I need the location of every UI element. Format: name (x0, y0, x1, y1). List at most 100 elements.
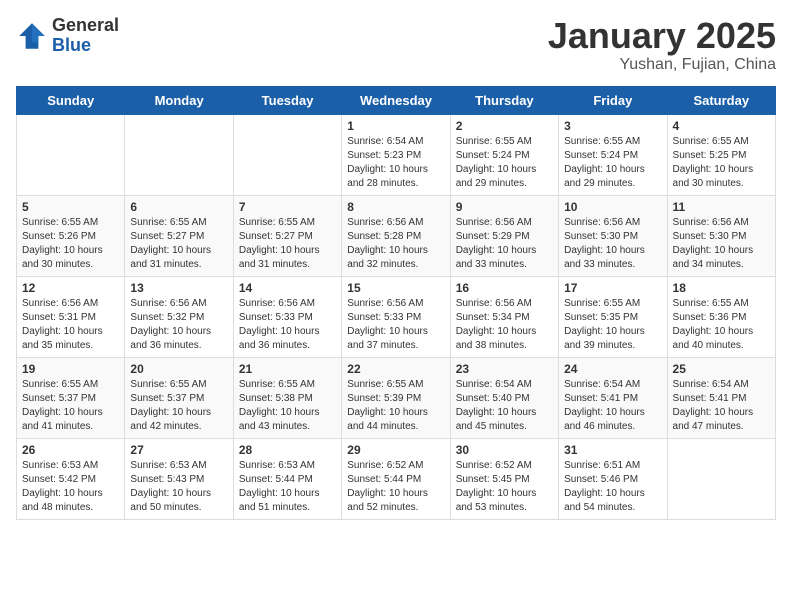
weekday-header: Friday (559, 86, 667, 114)
calendar-week-row: 19 Sunrise: 6:55 AM Sunset: 5:37 PM Dayli… (17, 357, 776, 438)
day-number: 17 (564, 281, 661, 295)
day-info: Sunrise: 6:55 AM Sunset: 5:25 PM Dayligh… (673, 135, 770, 191)
calendar-day-cell: 1Sunrise: 6:54 AM Sunset: 5:23 PM Daylig… (342, 114, 450, 195)
day-number: 24 (564, 362, 661, 376)
calendar-day-cell (667, 438, 775, 519)
calendar-day-cell (17, 114, 125, 195)
day-info: Sunrise: 6:56 AM Sunset: 5:33 PM Dayligh… (347, 297, 444, 353)
calendar-day-cell: 29 Sunrise: 6:52 AM Sunset: 5:44 PM Dayli… (342, 438, 450, 519)
day-number: 15 (347, 281, 444, 295)
location-label: Yushan, Fujian, China (548, 56, 776, 74)
day-number: 23 (456, 362, 553, 376)
calendar-day-cell: 8Sunrise: 6:56 AM Sunset: 5:28 PM Daylig… (342, 195, 450, 276)
calendar-table: SundayMondayTuesdayWednesdayThursdayFrid… (16, 86, 776, 520)
day-number: 5 (22, 200, 119, 214)
weekday-header: Wednesday (342, 86, 450, 114)
day-info: Sunrise: 6:55 AM Sunset: 5:36 PM Dayligh… (673, 297, 770, 353)
day-number: 28 (239, 443, 336, 457)
calendar-day-cell: 2 Sunrise: 6:55 AM Sunset: 5:24 PM Daylig… (450, 114, 558, 195)
calendar-day-cell: 21 Sunrise: 6:55 AM Sunset: 5:38 PM Dayli… (233, 357, 341, 438)
calendar-day-cell: 19 Sunrise: 6:55 AM Sunset: 5:37 PM Dayli… (17, 357, 125, 438)
day-number: 18 (673, 281, 770, 295)
day-info: Sunrise: 6:56 AM Sunset: 5:30 PM Dayligh… (673, 216, 770, 272)
calendar-day-cell: 6Sunrise: 6:55 AM Sunset: 5:27 PM Daylig… (125, 195, 233, 276)
weekday-header: Saturday (667, 86, 775, 114)
calendar-day-cell: 14 Sunrise: 6:56 AM Sunset: 5:33 PM Dayli… (233, 276, 341, 357)
calendar-day-cell: 28Sunrise: 6:53 AM Sunset: 5:44 PM Dayli… (233, 438, 341, 519)
day-info: Sunrise: 6:54 AM Sunset: 5:40 PM Dayligh… (456, 378, 553, 434)
day-info: Sunrise: 6:56 AM Sunset: 5:32 PM Dayligh… (130, 297, 227, 353)
calendar-day-cell: 24 Sunrise: 6:54 AM Sunset: 5:41 PM Dayli… (559, 357, 667, 438)
day-number: 19 (22, 362, 119, 376)
day-info: Sunrise: 6:56 AM Sunset: 5:29 PM Dayligh… (456, 216, 553, 272)
day-number: 26 (22, 443, 119, 457)
calendar-day-cell: 26 Sunrise: 6:53 AM Sunset: 5:42 PM Dayli… (17, 438, 125, 519)
day-number: 2 (456, 119, 553, 133)
day-number: 13 (130, 281, 227, 295)
calendar-day-cell: 7Sunrise: 6:55 AM Sunset: 5:27 PM Daylig… (233, 195, 341, 276)
day-number: 11 (673, 200, 770, 214)
day-info: Sunrise: 6:52 AM Sunset: 5:45 PM Dayligh… (456, 459, 553, 515)
calendar-week-row: 26 Sunrise: 6:53 AM Sunset: 5:42 PM Dayli… (17, 438, 776, 519)
calendar-day-cell: 25 Sunrise: 6:54 AM Sunset: 5:41 PM Dayli… (667, 357, 775, 438)
day-number: 22 (347, 362, 444, 376)
day-number: 8 (347, 200, 444, 214)
day-info: Sunrise: 6:56 AM Sunset: 5:30 PM Dayligh… (564, 216, 661, 272)
day-info: Sunrise: 6:55 AM Sunset: 5:38 PM Dayligh… (239, 378, 336, 434)
day-number: 10 (564, 200, 661, 214)
day-number: 29 (347, 443, 444, 457)
calendar-week-row: 12Sunrise: 6:56 AM Sunset: 5:31 PM Dayli… (17, 276, 776, 357)
day-number: 25 (673, 362, 770, 376)
day-number: 30 (456, 443, 553, 457)
calendar-day-cell: 18 Sunrise: 6:55 AM Sunset: 5:36 PM Dayli… (667, 276, 775, 357)
day-info: Sunrise: 6:54 AM Sunset: 5:41 PM Dayligh… (673, 378, 770, 434)
day-info: Sunrise: 6:54 AM Sunset: 5:23 PM Dayligh… (347, 135, 444, 191)
logo-general-label: General (52, 16, 119, 36)
calendar-day-cell: 5 Sunrise: 6:55 AM Sunset: 5:26 PM Daylig… (17, 195, 125, 276)
calendar-day-cell: 15 Sunrise: 6:56 AM Sunset: 5:33 PM Dayli… (342, 276, 450, 357)
day-info: Sunrise: 6:55 AM Sunset: 5:37 PM Dayligh… (22, 378, 119, 434)
calendar-day-cell (233, 114, 341, 195)
day-info: Sunrise: 6:54 AM Sunset: 5:41 PM Dayligh… (564, 378, 661, 434)
weekday-header-row: SundayMondayTuesdayWednesdayThursdayFrid… (17, 86, 776, 114)
day-info: Sunrise: 6:55 AM Sunset: 5:27 PM Dayligh… (239, 216, 336, 272)
calendar-week-row: 5 Sunrise: 6:55 AM Sunset: 5:26 PM Daylig… (17, 195, 776, 276)
page-header: General Blue January 2025 Yushan, Fujian… (16, 16, 776, 74)
day-number: 21 (239, 362, 336, 376)
logo: General Blue (16, 16, 119, 56)
day-info: Sunrise: 6:56 AM Sunset: 5:34 PM Dayligh… (456, 297, 553, 353)
day-info: Sunrise: 6:52 AM Sunset: 5:44 PM Dayligh… (347, 459, 444, 515)
day-info: Sunrise: 6:51 AM Sunset: 5:46 PM Dayligh… (564, 459, 661, 515)
day-number: 14 (239, 281, 336, 295)
weekday-header: Thursday (450, 86, 558, 114)
logo-text: General Blue (52, 16, 119, 56)
calendar-day-cell: 9 Sunrise: 6:56 AM Sunset: 5:29 PM Daylig… (450, 195, 558, 276)
day-info: Sunrise: 6:56 AM Sunset: 5:33 PM Dayligh… (239, 297, 336, 353)
calendar-day-cell: 10 Sunrise: 6:56 AM Sunset: 5:30 PM Dayli… (559, 195, 667, 276)
day-number: 16 (456, 281, 553, 295)
day-info: Sunrise: 6:55 AM Sunset: 5:26 PM Dayligh… (22, 216, 119, 272)
calendar-day-cell: 16 Sunrise: 6:56 AM Sunset: 5:34 PM Dayli… (450, 276, 558, 357)
day-info: Sunrise: 6:55 AM Sunset: 5:35 PM Dayligh… (564, 297, 661, 353)
calendar-day-cell: 13 Sunrise: 6:56 AM Sunset: 5:32 PM Dayli… (125, 276, 233, 357)
day-number: 3 (564, 119, 661, 133)
calendar-day-cell (125, 114, 233, 195)
weekday-header: Tuesday (233, 86, 341, 114)
title-block: January 2025 Yushan, Fujian, China (548, 16, 776, 74)
day-number: 12 (22, 281, 119, 295)
calendar-week-row: 1Sunrise: 6:54 AM Sunset: 5:23 PM Daylig… (17, 114, 776, 195)
day-number: 9 (456, 200, 553, 214)
day-info: Sunrise: 6:55 AM Sunset: 5:39 PM Dayligh… (347, 378, 444, 434)
calendar-day-cell: 31 Sunrise: 6:51 AM Sunset: 5:46 PM Dayli… (559, 438, 667, 519)
day-info: Sunrise: 6:53 AM Sunset: 5:42 PM Dayligh… (22, 459, 119, 515)
calendar-day-cell: 23 Sunrise: 6:54 AM Sunset: 5:40 PM Dayli… (450, 357, 558, 438)
day-info: Sunrise: 6:55 AM Sunset: 5:37 PM Dayligh… (130, 378, 227, 434)
day-number: 31 (564, 443, 661, 457)
day-info: Sunrise: 6:55 AM Sunset: 5:24 PM Dayligh… (456, 135, 553, 191)
month-title: January 2025 (548, 16, 776, 56)
calendar-day-cell: 4 Sunrise: 6:55 AM Sunset: 5:25 PM Daylig… (667, 114, 775, 195)
day-number: 4 (673, 119, 770, 133)
day-info: Sunrise: 6:55 AM Sunset: 5:24 PM Dayligh… (564, 135, 661, 191)
calendar-day-cell: 3 Sunrise: 6:55 AM Sunset: 5:24 PM Daylig… (559, 114, 667, 195)
logo-blue-label: Blue (52, 36, 119, 56)
